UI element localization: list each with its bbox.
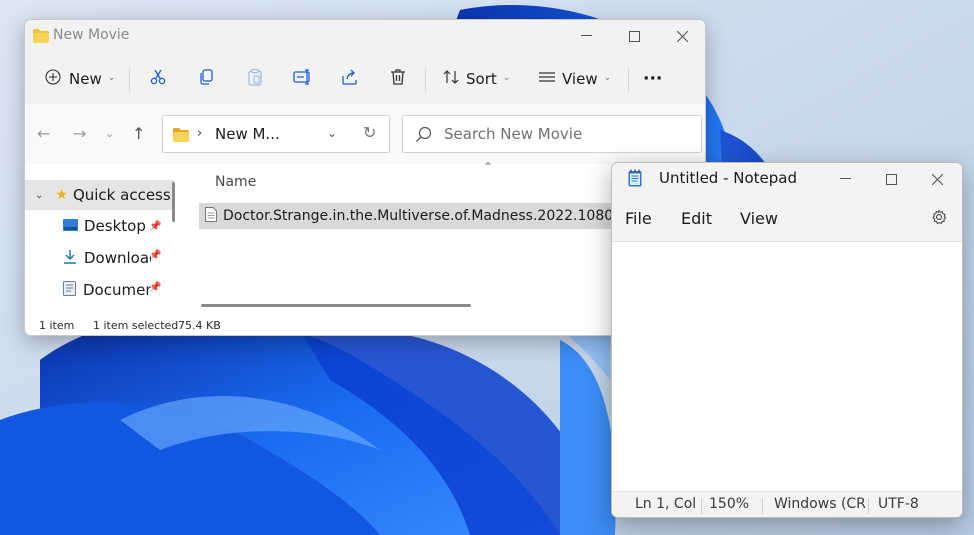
menu-edit[interactable]: Edit	[681, 209, 712, 228]
search-icon	[415, 126, 432, 147]
chevron-down-icon: ⌄	[502, 73, 511, 83]
text-editor[interactable]	[612, 241, 962, 491]
search-box[interactable]: Search New Movie	[402, 115, 702, 153]
window-title: New Movie	[53, 27, 130, 43]
encoding: UTF-8	[878, 496, 919, 512]
notepad-icon	[628, 169, 642, 191]
trash-icon	[389, 68, 407, 90]
nav-item-label: Quick access	[72, 186, 171, 204]
nav-item-label: Desktop	[84, 217, 146, 235]
document-icon	[63, 280, 76, 300]
back-arrow-icon[interactable]: ←	[37, 124, 50, 143]
line-ending: Windows (CRLF)	[774, 496, 866, 512]
minimize-button[interactable]	[822, 163, 868, 195]
toolbar-divider	[628, 68, 629, 92]
download-icon	[63, 249, 77, 268]
sort-button[interactable]: Sort ⌄	[442, 64, 510, 94]
status-bar: 1 item 1 item selected 75.4 KB	[25, 317, 705, 335]
plus-icon	[45, 69, 61, 89]
forward-arrow-icon[interactable]: →	[73, 124, 86, 143]
breadcrumb-current[interactable]: New M...	[215, 125, 280, 143]
sort-ascending-icon: ⌃	[483, 160, 494, 174]
nav-item-desktop[interactable]: Desktop 📌	[25, 211, 175, 241]
recent-chevron-icon[interactable]: ⌄	[105, 127, 114, 140]
nav-item-label: Documents	[83, 281, 151, 299]
toolbar-divider	[129, 68, 130, 92]
copy-icon	[198, 68, 216, 90]
horizontal-scrollbar[interactable]	[201, 304, 471, 307]
new-button[interactable]: New ⌄	[45, 64, 115, 94]
status-divider	[868, 498, 869, 514]
breadcrumb-separator-icon: ›	[197, 126, 203, 141]
nav-scrollbar[interactable]	[172, 182, 175, 222]
up-arrow-icon[interactable]: ↑	[132, 124, 145, 143]
notepad-title-bar[interactable]: Untitled - Notepad	[612, 163, 962, 195]
navigation-pane: ⌄ ★ Quick access Desktop 📌 Downloads 📌 D…	[25, 164, 183, 318]
paste-icon	[246, 68, 264, 90]
pin-icon: 📌	[149, 220, 162, 232]
share-icon	[341, 68, 359, 90]
pin-icon: 📌	[149, 250, 162, 261]
menu-file[interactable]: File	[625, 209, 652, 228]
maximize-button[interactable]	[611, 20, 657, 52]
command-bar: New ⌄ Sort ⌄ View ⌄ ···	[25, 52, 705, 104]
rename-button[interactable]	[293, 64, 313, 94]
chevron-down-icon: ⌄	[603, 73, 612, 83]
close-button[interactable]	[659, 20, 705, 52]
more-options-button[interactable]: ···	[643, 64, 662, 94]
view-list-icon	[538, 70, 556, 88]
address-bar-row: ← → ⌄ ↑ › New M... ⌄ ↻ Search New Movie	[25, 104, 705, 164]
maximize-button[interactable]	[868, 163, 914, 195]
cut-button[interactable]	[149, 64, 167, 94]
chevron-down-icon: ⌄	[107, 73, 116, 83]
toolbar-divider	[425, 68, 426, 92]
pin-icon: 📌	[149, 282, 162, 293]
view-button[interactable]: View ⌄	[538, 64, 611, 94]
nav-item-documents[interactable]: Documents	[25, 275, 151, 305]
chevron-down-icon[interactable]: ⌄	[327, 126, 337, 140]
close-button[interactable]	[914, 163, 960, 195]
text-file-icon	[205, 206, 217, 226]
refresh-icon[interactable]: ↻	[363, 123, 376, 142]
chevron-down-icon: ⌄	[35, 189, 44, 201]
item-count: 1 item	[39, 319, 75, 332]
cursor-position: Ln 1, Col 1	[635, 496, 699, 512]
search-placeholder: Search New Movie	[444, 125, 583, 143]
delete-button[interactable]	[389, 64, 407, 94]
star-icon: ★	[55, 187, 68, 203]
sort-icon	[442, 69, 460, 89]
selection-size: 75.4 KB	[178, 319, 221, 332]
share-button[interactable]	[341, 64, 359, 94]
nav-item-label: Downloads	[84, 249, 151, 267]
notepad-window: Untitled - Notepad File Edit View Ln 1, …	[611, 162, 963, 518]
view-label: View	[562, 70, 598, 88]
desktop-icon	[63, 217, 78, 235]
nav-item-downloads[interactable]: Downloads	[25, 243, 151, 273]
status-divider	[701, 498, 702, 514]
status-divider	[762, 498, 763, 514]
copy-button[interactable]	[198, 64, 216, 94]
folder-icon	[33, 28, 49, 47]
minimize-button[interactable]	[563, 20, 609, 52]
new-label: New	[69, 70, 102, 88]
nav-item-quick-access[interactable]: ⌄ ★ Quick access	[25, 180, 175, 210]
file-explorer-window: New Movie New ⌄ Sort ⌄ View ⌄ ··· ← → ⌄ …	[24, 19, 706, 336]
column-header-name[interactable]: Name	[215, 174, 256, 190]
gear-icon[interactable]	[931, 209, 947, 229]
paste-button[interactable]	[246, 64, 264, 94]
address-bar[interactable]: › New M... ⌄ ↻	[162, 115, 390, 153]
notepad-status-bar: Ln 1, Col 1 150% Windows (CRLF) UTF-8	[612, 491, 962, 517]
selection-count: 1 item selected	[93, 319, 179, 332]
rename-icon	[293, 68, 313, 90]
window-title: Untitled - Notepad	[659, 169, 798, 187]
file-name: Doctor.Strange.in.the.Multiverse.of.Madn…	[223, 208, 623, 224]
menu-view[interactable]: View	[740, 209, 778, 228]
explorer-title-bar[interactable]: New Movie	[25, 20, 705, 52]
sort-label: Sort	[466, 70, 497, 88]
folder-icon	[172, 127, 190, 146]
zoom-level: 150%	[709, 496, 750, 512]
scissors-icon	[149, 68, 167, 90]
menu-bar: File Edit View	[612, 195, 962, 241]
